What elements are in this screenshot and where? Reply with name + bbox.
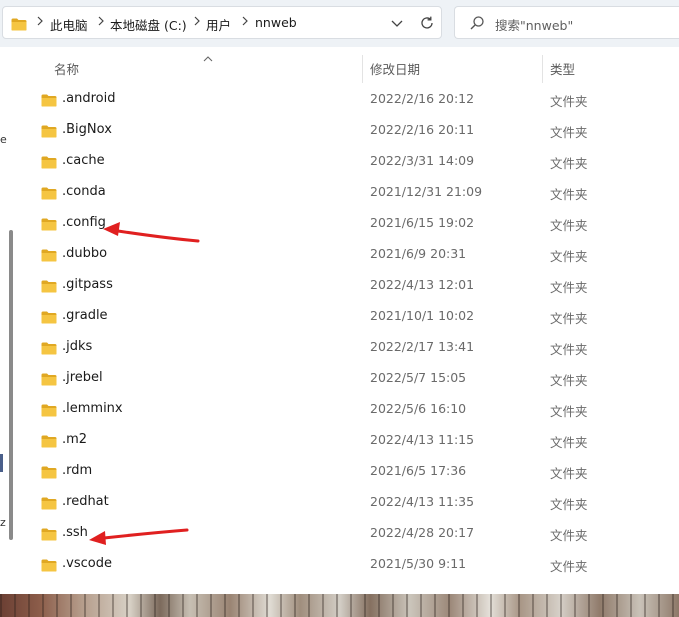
- annotation-arrow-head: [103, 222, 120, 236]
- annotation-arrow-shaft: [102, 528, 189, 540]
- annotation-arrow-config: [103, 222, 200, 243]
- annotation-arrow-ssh: [89, 528, 189, 545]
- annotation-layer: [89, 222, 200, 545]
- annotation-arrow-head: [89, 531, 106, 545]
- annotation-arrow-shaft: [116, 229, 200, 243]
